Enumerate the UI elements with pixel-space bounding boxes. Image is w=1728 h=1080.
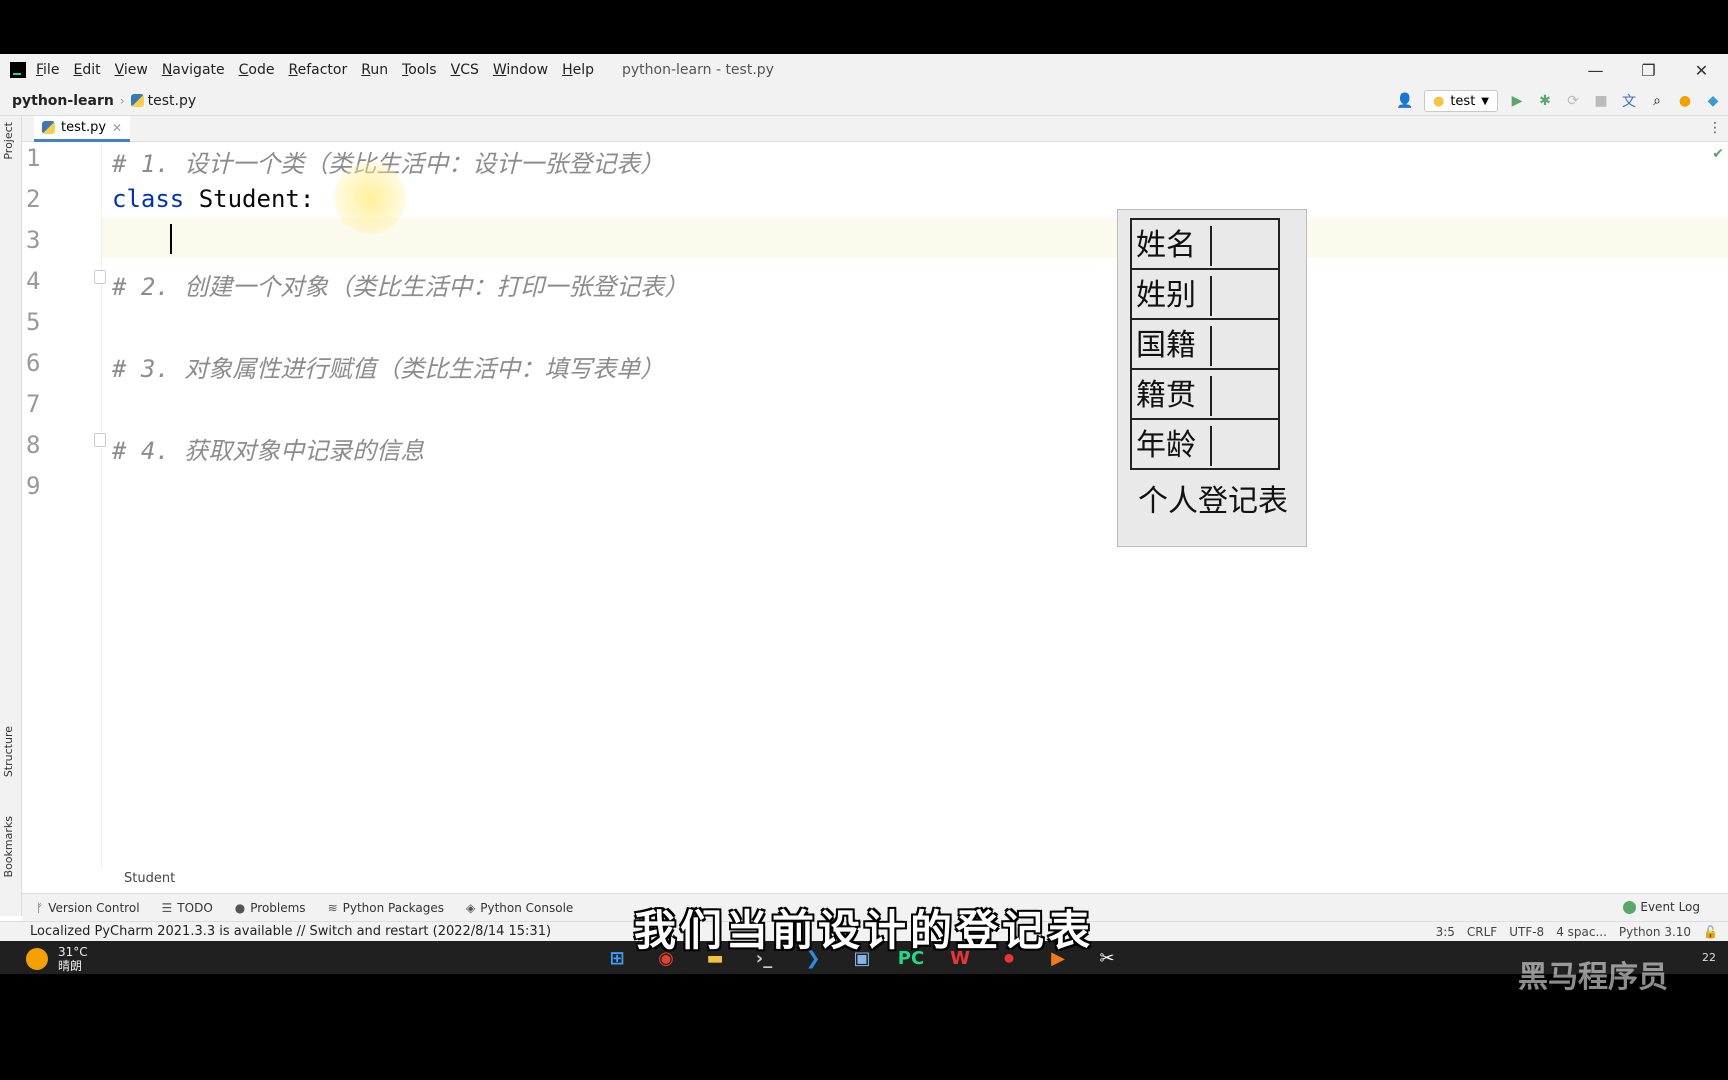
more-options-icon[interactable]: ⋮	[1708, 120, 1722, 136]
stop-icon[interactable]: ■	[1592, 92, 1610, 110]
window-title: python-learn - test.py	[622, 62, 774, 78]
plugin-logo-icon[interactable]: ◆	[1704, 92, 1722, 110]
update-icon[interactable]: ●	[1676, 92, 1694, 110]
form-label: 姓别	[1136, 276, 1212, 316]
video-letterbox-top	[0, 0, 1728, 54]
chevron-down-icon: ▼	[1481, 95, 1489, 107]
run-icon[interactable]: ▶	[1508, 92, 1526, 110]
channel-watermark: 黑马程序员	[1518, 960, 1668, 995]
code-comment: # 3. 对象属性进行赋值（类比生活中：填写表单）	[112, 355, 665, 383]
code-editor[interactable]: 1 2 3 4 5 6 7 8 9 # 1. 设计一个类（类比生活中：设计一张登…	[22, 142, 1728, 869]
line-number: 9	[26, 472, 41, 500]
line-number: 6	[26, 349, 41, 377]
keyword-class: class	[112, 185, 185, 213]
python-file-icon	[42, 121, 55, 134]
window-controls: — ❐ ✕	[1569, 54, 1728, 86]
menu-edit[interactable]: Edit	[73, 62, 100, 78]
menu-tools[interactable]: Tools	[402, 62, 437, 78]
form-label: 籍贯	[1136, 376, 1212, 416]
search-icon[interactable]: ⌕	[1648, 92, 1666, 110]
translate-icon[interactable]: 文	[1620, 92, 1638, 110]
navigation-bar: python-learn › test.py 👤 ● test ▼ ▶ ✱ ⟳ …	[0, 86, 1728, 116]
coverage-icon[interactable]: ⟳	[1564, 92, 1582, 110]
menu-view[interactable]: View	[115, 62, 148, 78]
inspection-ok-icon[interactable]: ✔	[1712, 146, 1724, 162]
debug-icon[interactable]: ✱	[1536, 92, 1554, 110]
line-number: 5	[26, 308, 41, 336]
form-row: 年龄	[1132, 420, 1278, 470]
code-comment: # 4. 获取对象中记录的信息	[112, 437, 425, 465]
registration-form-image: 姓名 姓别 国籍 籍贯 年龄 个人登记表	[1117, 209, 1307, 547]
form-table: 姓名 姓别 国籍 籍贯 年龄	[1130, 218, 1280, 470]
restore-button[interactable]: ❐	[1622, 54, 1675, 86]
form-label: 姓名	[1136, 226, 1212, 266]
menu-navigate[interactable]: Navigate	[162, 62, 225, 78]
project-tool-button[interactable]: Project	[2, 122, 15, 160]
minimize-button[interactable]: —	[1569, 54, 1622, 86]
run-config-select[interactable]: ● test ▼	[1423, 90, 1498, 112]
current-line-highlight	[22, 218, 1728, 258]
user-icon[interactable]: 👤	[1396, 92, 1414, 110]
bookmarks-tool-button[interactable]: Bookmarks	[2, 816, 15, 877]
line-number: 1	[26, 144, 41, 172]
pycharm-logo-icon	[10, 62, 26, 78]
fold-marker-icon[interactable]	[94, 270, 106, 284]
line-number: 2	[26, 185, 41, 213]
menu-help[interactable]: Help	[562, 62, 594, 78]
fold-marker-icon[interactable]	[94, 433, 106, 447]
video-subtitle: 我们当前设计的登记表	[633, 905, 1094, 956]
run-config-label: test	[1450, 93, 1476, 109]
breadcrumb-separator-icon: ›	[119, 93, 125, 108]
menu-run[interactable]: Run	[361, 62, 388, 78]
form-label: 国籍	[1136, 326, 1212, 366]
toolbar-actions: 👤 ● test ▼ ▶ ✱ ⟳ ■ 文 ⌕ ● ◆	[1396, 86, 1722, 116]
weather-condition: 晴朗	[58, 959, 83, 973]
tab-label: test.py	[61, 120, 107, 135]
code-comment: # 2. 创建一个对象（类比生活中：打印一张登记表）	[112, 273, 689, 301]
line-number: 8	[26, 431, 41, 459]
python-file-icon	[130, 94, 144, 107]
form-row: 姓名	[1132, 220, 1278, 270]
close-icon[interactable]: ✕	[112, 121, 122, 135]
code-class-def: class Student:	[112, 185, 314, 213]
menu-bar: File Edit View Navigate Code Refactor Ru…	[0, 54, 1728, 86]
menu-code[interactable]: Code	[239, 62, 275, 78]
close-button[interactable]: ✕	[1675, 54, 1728, 86]
mouse-click-highlight	[334, 162, 406, 234]
breadcrumb-file-label: test.py	[147, 92, 197, 109]
pycharm-window: File Edit View Navigate Code Refactor Ru…	[0, 54, 1728, 974]
menu-vcs[interactable]: VCS	[451, 62, 479, 78]
structure-tool-button[interactable]: Structure	[2, 726, 15, 777]
editor-breadcrumb[interactable]: Student	[124, 871, 175, 886]
python-run-icon: ●	[1432, 93, 1445, 109]
form-row: 国籍	[1132, 320, 1278, 370]
editor-tab-bar: test.py ✕ ⋮	[22, 116, 1728, 142]
menu-window[interactable]: Window	[493, 62, 548, 78]
class-name: Student:	[184, 185, 315, 213]
video-letterbox-bottom	[0, 1030, 1728, 1080]
line-number: 3	[26, 226, 41, 254]
breadcrumb-file[interactable]: test.py	[130, 92, 197, 109]
line-number: 7	[26, 390, 41, 418]
text-caret	[170, 224, 172, 254]
menu-file[interactable]: File	[36, 62, 59, 78]
form-title: 个人登记表	[1138, 484, 1288, 519]
tab-test-py[interactable]: test.py ✕	[34, 116, 131, 142]
breadcrumb-project[interactable]: python-learn	[12, 93, 114, 109]
form-row: 籍贯	[1132, 370, 1278, 420]
line-number: 4	[26, 267, 41, 295]
form-row: 姓别	[1132, 270, 1278, 320]
left-tool-strip: Project Structure Bookmarks	[0, 116, 22, 916]
form-label: 年龄	[1136, 426, 1212, 466]
menu-refactor[interactable]: Refactor	[288, 62, 347, 78]
